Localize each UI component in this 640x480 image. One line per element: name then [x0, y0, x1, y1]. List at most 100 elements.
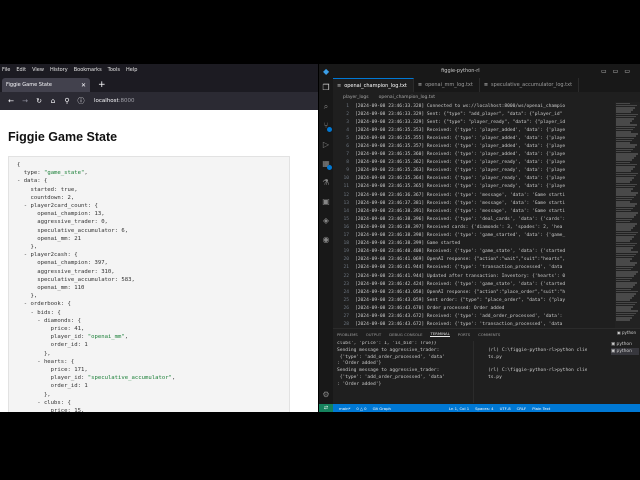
terminal-list-item[interactable]: ▣ python [611, 341, 639, 348]
search-icon[interactable]: ⌕ [319, 97, 333, 116]
home-icon[interactable]: ⌂ [46, 97, 60, 105]
menu-file[interactable]: File [2, 67, 10, 73]
line-text: [2024-09-08 23:46:37.381] Received: {'ty… [355, 200, 566, 206]
docker-icon[interactable]: ◈ [319, 211, 333, 230]
run-debug-icon[interactable]: ▷ [319, 135, 333, 154]
extensions-badge-icon [327, 165, 332, 170]
tab-label: openai_champion_log.txt [344, 82, 407, 89]
code-line: 7 [2024-09-08 23:46:35.360] Received: {'t… [333, 151, 615, 159]
status-language[interactable]: Plain Text [532, 406, 550, 411]
url-port: :8000 [118, 98, 135, 104]
breadcrumb-folder[interactable]: player_logs [343, 95, 369, 100]
panel-tab-terminal[interactable]: TERMINAL [430, 331, 450, 337]
terminal-list-label: python [616, 342, 632, 347]
source-control-icon[interactable]: ⑂ [319, 116, 333, 135]
menu-help[interactable]: Help [126, 67, 137, 73]
tab-speculative-accumulator-log[interactable]: ≡ speculative_accumulator_log.txt [480, 78, 580, 92]
accounts-icon[interactable]: ◉ [319, 230, 333, 249]
minimap[interactable] [615, 102, 640, 328]
status-branch[interactable]: main* [339, 406, 350, 411]
json-line: - bids: { [17, 309, 61, 316]
reload-icon[interactable]: ↻ [32, 97, 46, 105]
code-line: 8 [2024-09-08 23:46:35.362] Received: {'t… [333, 159, 615, 167]
url-bar[interactable]: localhost:8000 [94, 98, 135, 104]
status-encoding[interactable]: UTF-8 [500, 406, 511, 411]
code-line: 25 [2024-09-08 23:46:43.059] Sent order: … [333, 296, 615, 304]
tab-openai-mm-log[interactable]: ≡ openai_mm_log.txt [414, 78, 480, 92]
remote-indicator-icon[interactable]: ⇄ [319, 404, 333, 412]
tab-openai-champion-log[interactable]: ≡ openai_champion_log.txt [333, 78, 414, 92]
browser-content: Figgie Game State { type: "game_state", -… [0, 110, 318, 412]
line-text: [2024-09-08 23:46:35.360] Received: {'ty… [355, 152, 566, 158]
new-tab-icon[interactable]: + [98, 80, 106, 90]
browser-tab-title: Figgie Game State [6, 82, 53, 88]
json-comma: , [84, 170, 88, 177]
json-string: "game_state" [43, 170, 85, 177]
status-problems[interactable]: 0 △ 0 [356, 406, 366, 411]
json-line: price: 171, [17, 367, 88, 374]
json-line: }, [17, 293, 38, 300]
panel-tab-problems[interactable]: PROBLEMS [337, 332, 358, 337]
forward-icon[interactable]: → [18, 97, 32, 105]
menu-history[interactable]: History [50, 67, 68, 73]
terminal-left[interactable]: clubs', 'price': 1, 'is_bid': True}} Send… [337, 341, 469, 403]
text-file-icon: ≡ [417, 82, 423, 88]
json-line: }, [17, 391, 51, 398]
line-number: 5 [346, 135, 349, 141]
menu-edit[interactable]: Edit [16, 67, 26, 73]
close-tab-icon[interactable]: ✕ [81, 82, 86, 89]
json-line: - player2card_count: { [17, 203, 98, 210]
code-line: 14 [2024-09-08 23:46:38.391] Received: {'… [333, 207, 615, 215]
line-text: [2024-09-08 23:46:43.672] Received: {'ty… [355, 313, 563, 319]
extensions-icon[interactable]: ▦ [319, 154, 333, 173]
line-text: [2024-09-08 23:46:41.944] Updated after … [355, 273, 566, 279]
code-line: 24 [2024-09-08 23:46:43.058] OpenAI respo… [333, 288, 615, 296]
terminal-list-item[interactable]: ▣ python [611, 348, 639, 355]
terminal-list-label: python [616, 349, 632, 354]
line-text: [2024-09-08 23:46:38.396] Received: {'ty… [355, 216, 566, 222]
breadcrumb-file[interactable]: openai_champion_log.txt [379, 95, 435, 100]
site-info-icon[interactable]: ⓘ [74, 96, 88, 106]
json-string: "speculative_accumulator" [87, 375, 172, 382]
status-indent[interactable]: Spaces: 4 [475, 406, 493, 411]
testing-icon[interactable]: ⚗ [319, 173, 333, 192]
explorer-icon[interactable]: ❐ [319, 78, 333, 97]
bottom-panel: PROBLEMS OUTPUT DEBUG CONSOLE TERMINAL P… [333, 328, 640, 404]
code-line: 9 [2024-09-08 23:46:35.363] Received: {'t… [333, 167, 615, 175]
line-text: [2024-09-08 23:46:33.328] Connected to w… [355, 103, 566, 109]
json-line: - diamonds: { [17, 317, 81, 324]
line-number: 21 [343, 265, 349, 271]
line-number: 10 [343, 176, 349, 182]
code-line: 26 [2024-09-08 23:46:43.670] Order proces… [333, 304, 615, 312]
panel-tab-comments[interactable]: COMMENTS [478, 332, 500, 337]
json-line: - clubs: { [17, 399, 71, 406]
code-line: 18 [2024-09-08 23:46:38.399] Game started [333, 240, 615, 248]
back-icon[interactable]: ← [4, 97, 18, 105]
tools-icon[interactable]: ⚲ [60, 97, 74, 105]
terminal-line: Sending message to aggressive_trader: [337, 368, 440, 374]
terminal-line: ts.py [488, 354, 502, 360]
json-line: aggressive_trader: 310, [17, 268, 115, 275]
json-string: "openai_mm" [87, 334, 125, 341]
line-number: 15 [343, 216, 349, 222]
vscode-window: ◆ figgie-python-rl ▭▭▭ ❐ ⌕ ⑂ ▷ ▦ ⚗ ▣ ◈ ◉… [319, 64, 640, 412]
code-editor[interactable]: 1 [2024-09-08 23:46:33.328] Connected to … [333, 102, 615, 328]
terminal-right[interactable]: (rl) C:\figgie-python-rl>python clien ts.… [473, 341, 587, 403]
line-text: [2024-09-08 23:46:33.329] Sent: {"type":… [355, 111, 563, 117]
menu-view[interactable]: View [32, 67, 44, 73]
menu-tools[interactable]: Tools [108, 67, 120, 73]
settings-gear-icon[interactable]: ⚙ [319, 385, 333, 404]
window-controls[interactable]: ▭▭▭ [601, 68, 636, 75]
status-cursor[interactable]: Ln 1, Col 1 [449, 406, 469, 411]
status-eol[interactable]: CRLF [517, 406, 527, 411]
terminal-selector[interactable]: ▣ python [617, 330, 636, 335]
panel-tab-output[interactable]: OUTPUT [366, 332, 381, 337]
menu-bookmarks[interactable]: Bookmarks [74, 67, 102, 73]
status-git-graph[interactable]: Git Graph [373, 406, 391, 411]
browser-tab[interactable]: Figgie Game State ✕ [2, 78, 90, 92]
line-number: 26 [343, 305, 349, 311]
line-number: 3 [346, 119, 349, 125]
panel-tab-debug-console[interactable]: DEBUG CONSOLE [389, 332, 422, 337]
panel-tab-ports[interactable]: PORTS [458, 332, 470, 337]
remote-explorer-icon[interactable]: ▣ [319, 192, 333, 211]
